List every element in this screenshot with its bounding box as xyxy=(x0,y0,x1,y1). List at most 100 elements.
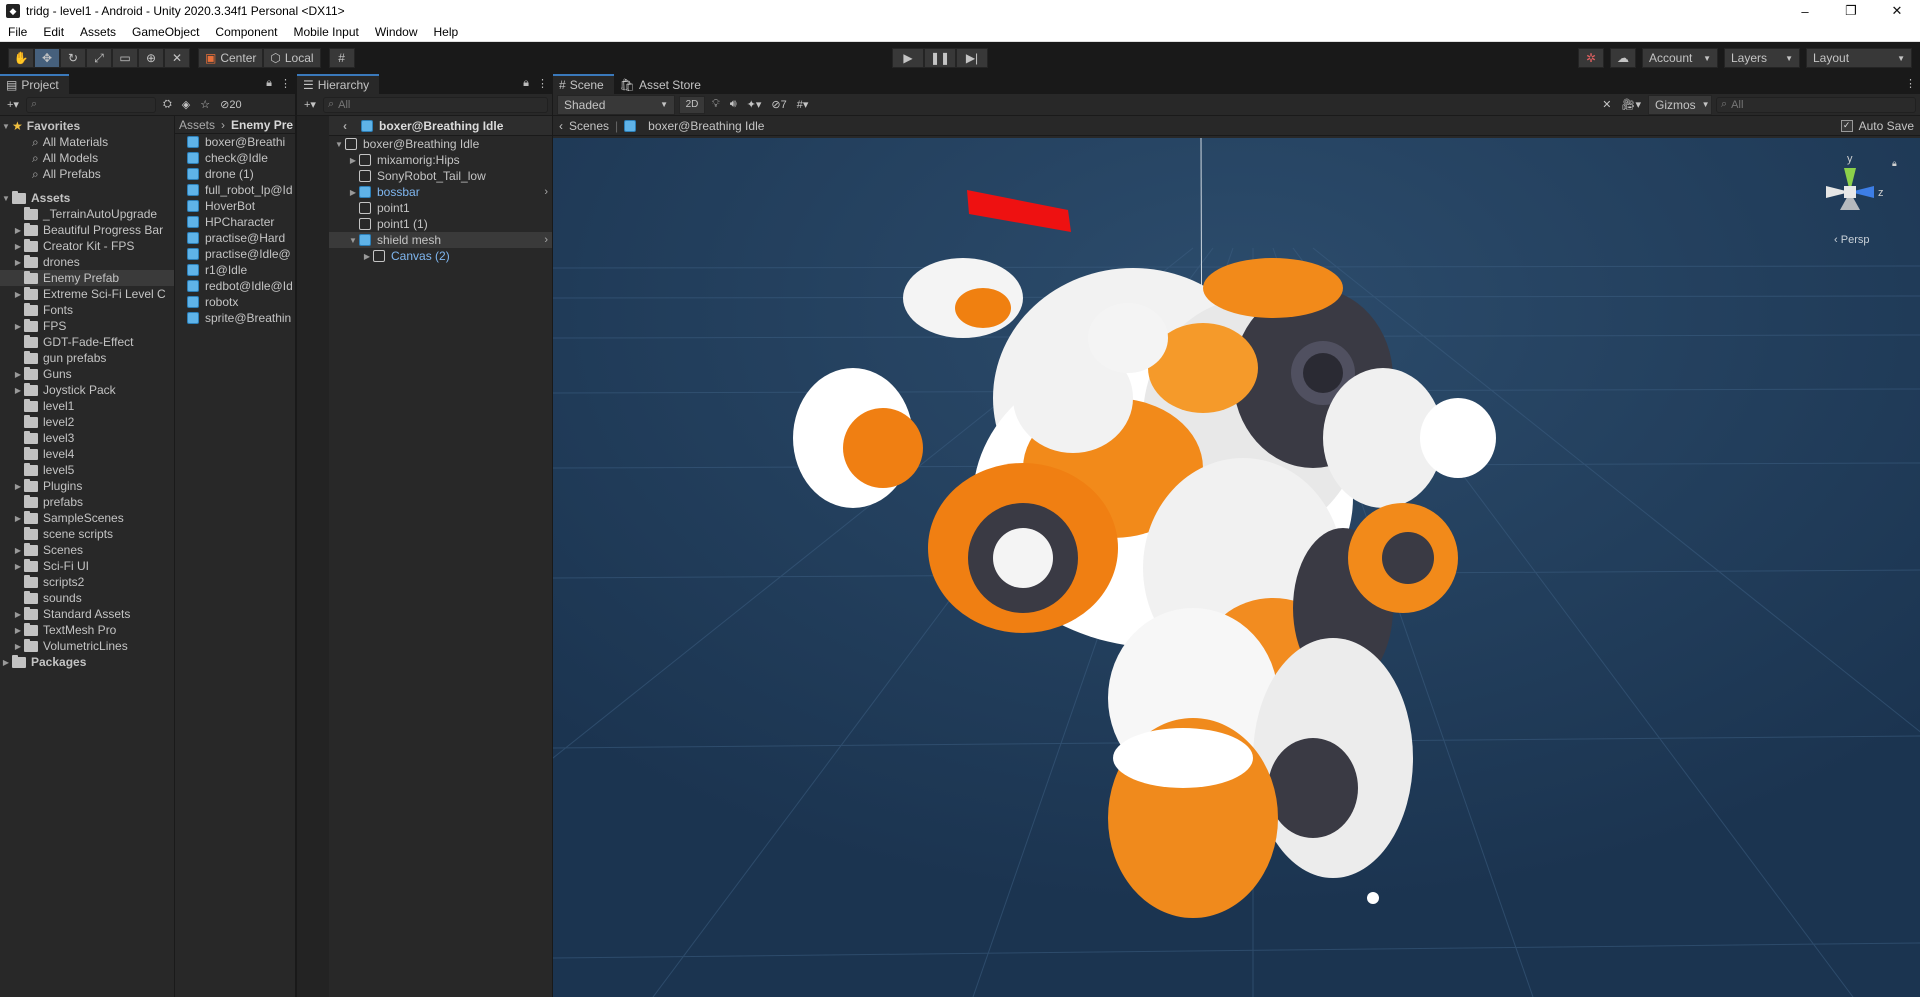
tools-icon[interactable]: ✕ xyxy=(1599,98,1614,111)
folder-item[interactable]: level1 xyxy=(0,398,174,414)
expand-arrow-icon[interactable]: ▶ xyxy=(0,658,12,667)
add-icon[interactable]: +▾ xyxy=(4,98,22,111)
rotate-tool-icon[interactable]: ↻ xyxy=(60,48,86,68)
asset-file-item[interactable]: practise@Idle@ xyxy=(175,246,295,262)
asset-file-item[interactable]: sprite@Breathin xyxy=(175,310,295,326)
expand-arrow-icon[interactable]: ▶ xyxy=(12,226,24,235)
expand-arrow-icon[interactable]: ▶ xyxy=(12,546,24,555)
asset-file-item[interactable]: full_robot_lp@Id xyxy=(175,182,295,198)
layers-dropdown[interactable]: Layers ▼ xyxy=(1724,48,1800,68)
hierarchy-item[interactable]: point1 xyxy=(329,200,552,216)
expand-arrow-icon[interactable]: ▶ xyxy=(12,642,24,651)
favorite-item[interactable]: ⌕ All Materials xyxy=(0,134,174,150)
pivot-local-button[interactable]: ⬡ Local xyxy=(263,48,321,68)
menu-help[interactable]: Help xyxy=(426,25,467,39)
scale-tool-icon[interactable]: ⤢ xyxy=(86,48,112,68)
expand-arrow-icon[interactable]: ▶ xyxy=(12,610,24,619)
expand-arrow-icon[interactable]: ▶ xyxy=(12,562,24,571)
folder-item[interactable]: ▶ VolumetricLines xyxy=(0,638,174,654)
asset-file-item[interactable]: robotx xyxy=(175,294,295,310)
kebab-menu-icon[interactable]: ⋮ xyxy=(537,77,548,90)
effects-icon[interactable]: ✦▾ xyxy=(744,98,765,111)
folder-item[interactable]: ▶ TextMesh Pro xyxy=(0,622,174,638)
breadcrumb-root[interactable]: Assets xyxy=(179,118,215,132)
breadcrumb-current[interactable]: Enemy Pre xyxy=(231,118,293,132)
folder-item[interactable]: level2 xyxy=(0,414,174,430)
layout-dropdown[interactable]: Layout ▼ xyxy=(1806,48,1912,68)
expand-arrow-icon[interactable]: ▶ xyxy=(361,252,373,261)
folder-item[interactable]: scene scripts xyxy=(0,526,174,542)
folder-item[interactable]: prefabs xyxy=(0,494,174,510)
perspective-toggle[interactable]: ‹ Persp xyxy=(1834,234,1869,246)
hierarchy-item[interactable]: point1 (1) xyxy=(329,216,552,232)
folder-item[interactable]: ▶ FPS xyxy=(0,318,174,334)
custom-tool-icon[interactable]: ✕ xyxy=(164,48,190,68)
collab-icon[interactable]: ✲ xyxy=(1578,48,1604,68)
menu-window[interactable]: Window xyxy=(367,25,426,39)
asset-file-item[interactable]: drone (1) xyxy=(175,166,295,182)
tab-hierarchy[interactable]: ☰ Hierarchy xyxy=(297,74,380,94)
expand-arrow-icon[interactable]: ▶ xyxy=(347,188,359,197)
tab-project[interactable]: ▤ Project xyxy=(0,74,69,94)
crumb-scenes[interactable]: Scenes xyxy=(569,119,609,133)
account-dropdown[interactable]: Account ▼ xyxy=(1642,48,1718,68)
filter-label-icon[interactable]: ◈ xyxy=(179,98,193,111)
lock-icon[interactable]: 🔒︎ xyxy=(523,77,529,90)
pivot-center-button[interactable]: ▣ Center xyxy=(198,48,264,68)
tab-asset-store[interactable]: 🛍︎ Asset Store xyxy=(613,74,711,94)
camera-icon[interactable]: 🎥︎▾ xyxy=(1619,98,1645,111)
asset-file-item[interactable]: r1@Idle xyxy=(175,262,295,278)
scene-search-input[interactable]: ⌕ All xyxy=(1716,96,1916,113)
audio-icon[interactable]: 🔊︎ xyxy=(727,98,740,111)
menu-edit[interactable]: Edit xyxy=(35,25,72,39)
folder-item[interactable]: ▶ Guns xyxy=(0,366,174,382)
asset-file-item[interactable]: boxer@Breathi xyxy=(175,134,295,150)
folder-item[interactable]: Enemy Prefab xyxy=(0,270,174,286)
folder-item[interactable]: ▶ Extreme Sci-Fi Level C xyxy=(0,286,174,302)
kebab-menu-icon[interactable]: ⋮ xyxy=(280,77,291,90)
expand-arrow-icon[interactable]: ▶ xyxy=(12,290,24,299)
folder-item[interactable]: GDT-Fade-Effect xyxy=(0,334,174,350)
hierarchy-item[interactable]: SonyRobot_Tail_low xyxy=(329,168,552,184)
lock-icon[interactable]: 🔒︎ xyxy=(266,77,272,90)
orientation-gizmo[interactable]: y z 🔒︎ ‹ Persp xyxy=(1810,150,1900,250)
folder-item[interactable]: ▶ SampleScenes xyxy=(0,510,174,526)
play-button[interactable]: ▶ xyxy=(892,48,924,68)
folder-item[interactable]: ▶ Joystick Pack xyxy=(0,382,174,398)
folder-item[interactable]: level3 xyxy=(0,430,174,446)
gizmos-dropdown[interactable]: Gizmos ▼ xyxy=(1648,94,1712,115)
asset-file-item[interactable]: practise@Hard xyxy=(175,230,295,246)
move-tool-icon[interactable]: ✥ xyxy=(34,48,60,68)
asset-file-item[interactable]: HoverBot xyxy=(175,198,295,214)
folder-item[interactable]: ▶ Creator Kit - FPS xyxy=(0,238,174,254)
hierarchy-item[interactable]: ▶ mixamorig:Hips xyxy=(329,152,552,168)
expand-arrow-icon[interactable]: ▶ xyxy=(347,156,359,165)
hierarchy-visibility-gutter[interactable] xyxy=(297,116,329,997)
favorite-item[interactable]: ⌕ All Prefabs xyxy=(0,166,174,182)
menu-gameobject[interactable]: GameObject xyxy=(124,25,207,39)
folder-item[interactable]: level4 xyxy=(0,446,174,462)
chevron-right-icon[interactable]: › xyxy=(544,186,548,198)
expand-arrow-icon[interactable]: ▶ xyxy=(12,482,24,491)
menu-file[interactable]: File xyxy=(0,25,35,39)
folder-item[interactable]: gun prefabs xyxy=(0,350,174,366)
favorite-star-icon[interactable]: ☆ xyxy=(197,98,213,111)
expand-arrow-icon[interactable]: ▶ xyxy=(12,514,24,523)
menu-assets[interactable]: Assets xyxy=(72,25,124,39)
hidden-count[interactable]: ⊘20 xyxy=(217,98,244,111)
scene-viewport[interactable]: y z 🔒︎ ‹ Persp xyxy=(553,138,1920,997)
expand-arrow-icon[interactable]: ▶ xyxy=(12,386,24,395)
expand-arrow-icon[interactable]: ▼ xyxy=(0,194,12,203)
folder-item[interactable]: sounds xyxy=(0,590,174,606)
expand-arrow-icon[interactable]: ▶ xyxy=(12,258,24,267)
folder-item[interactable]: scripts2 xyxy=(0,574,174,590)
folder-item[interactable]: ▶ Beautiful Progress Bar xyxy=(0,222,174,238)
tab-scene[interactable]: # Scene xyxy=(553,74,614,94)
crumb-prefab[interactable]: boxer@Breathing Idle xyxy=(648,119,764,133)
folder-item[interactable]: ▶ Scenes xyxy=(0,542,174,558)
cloud-icon[interactable]: ☁ xyxy=(1610,48,1636,68)
expand-arrow-icon[interactable]: ▼ xyxy=(347,236,359,245)
prefab-header[interactable]: ‹ boxer@Breathing Idle xyxy=(329,116,552,136)
asset-file-item[interactable]: redbot@Idle@Id xyxy=(175,278,295,294)
folder-item[interactable]: ▶ Standard Assets xyxy=(0,606,174,622)
